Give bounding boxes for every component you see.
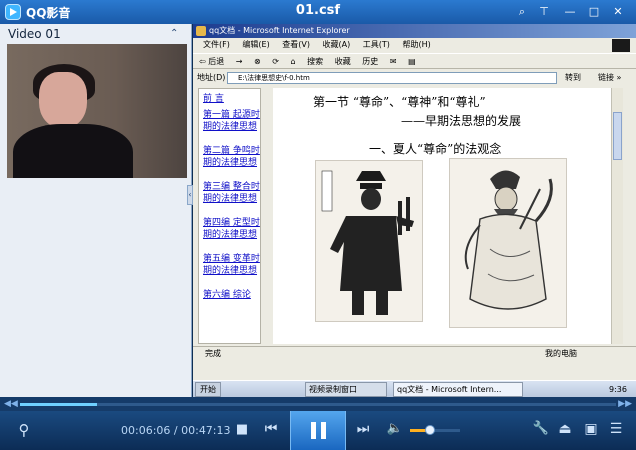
- ie-menu-item: 工具(T): [362, 40, 390, 49]
- status-zone: 我的电脑: [545, 349, 577, 358]
- maximize-button[interactable]: □: [586, 4, 602, 20]
- figure-illustration-1: [321, 170, 414, 315]
- links-label: 链接 »: [598, 73, 622, 82]
- control-bar: ⚲ 00:06:06 / 00:47:13 ■ ⏮ ⏭ 🔈 🔧 ⏏ ▣ ☰: [0, 411, 636, 450]
- volume-knob[interactable]: [425, 425, 435, 435]
- pause-button[interactable]: [290, 411, 346, 450]
- seek-track[interactable]: [20, 403, 616, 406]
- ie-toolbar-item: ✉: [389, 57, 397, 66]
- ie-menubar: 文件(F) 编辑(E) 查看(V) 收藏(A) 工具(T) 帮助(H): [193, 38, 636, 52]
- close-button[interactable]: ✕: [610, 4, 626, 20]
- address-field: E:\法律思想史\f-0.htm: [227, 72, 557, 84]
- nav-link: 第三编 整合时期的法律思想: [203, 182, 260, 204]
- ie-statusbar: 完成 我的电脑: [193, 346, 636, 360]
- ie-titlebar: qq文档 - Microsoft Internet Explorer: [193, 24, 636, 38]
- ie-scroll-thumb: [613, 112, 622, 160]
- video-item-title[interactable]: Video 01: [8, 27, 61, 41]
- title-bar[interactable]: QQ影音 01.csf ⌕ ⊤ — □ ✕: [0, 0, 636, 24]
- section-heading: 第一节 “尊命”、“尊神”和“尊礼”: [313, 95, 486, 109]
- ie-page-icon: [196, 26, 206, 36]
- address-label: 地址(D): [197, 73, 226, 82]
- ie-toolbar-item: →: [235, 57, 243, 66]
- footprint-icon[interactable]: ⚲: [14, 421, 34, 439]
- volume-icon[interactable]: 🔈: [385, 421, 405, 436]
- ie-title-text: qq文档 - Microsoft Internet Explorer: [209, 26, 350, 35]
- previous-button[interactable]: ⏮: [262, 421, 280, 437]
- time-separator: /: [170, 424, 182, 437]
- ie-content-frame: 第一节 “尊命”、“尊神”和“尊礼” ——早期法思想的发展 一、夏人“尊命”的法…: [273, 88, 621, 344]
- time-display: 00:06:06 / 00:47:13: [121, 424, 231, 437]
- ie-menu-item: 查看(V): [282, 40, 310, 49]
- seek-progress: [20, 403, 98, 406]
- nav-link: 第一篇 起源时期的法律思想: [203, 110, 260, 132]
- start-button: 开始: [195, 382, 221, 397]
- ie-toolbar-item: ▤: [408, 57, 416, 66]
- figure-ancient-figure-2: [449, 158, 567, 328]
- ie-toolbar-item: ⇦ 后退: [199, 57, 225, 66]
- ie-address-bar: 地址(D) E:\法律思想史\f-0.htm 转到 链接 »: [193, 70, 636, 86]
- volume-slider[interactable]: [410, 425, 460, 435]
- windows-taskbar: 开始 视频录制窗口 qq文档 - Microsoft Intern... 9:3…: [193, 380, 636, 397]
- pause-icon: [311, 422, 327, 439]
- video-thumbnail[interactable]: [7, 44, 187, 178]
- ie-toolbar-item: 收藏: [334, 57, 351, 66]
- ie-menu-item: 收藏(A): [322, 40, 351, 49]
- taskbar-item: 视频录制窗口: [305, 382, 387, 397]
- video-frame[interactable]: qq文档 - Microsoft Internet Explorer 文件(F)…: [193, 24, 636, 397]
- thumbnail-body: [13, 124, 133, 178]
- go-label: 转到: [565, 73, 581, 82]
- nav-link: 第六编 综论: [203, 290, 251, 300]
- ie-toolbar-item: ⟳: [272, 57, 279, 66]
- subsection-heading: 一、夏人“尊命”的法观念: [369, 142, 502, 156]
- figure-ancient-figure-1: [315, 160, 423, 322]
- screenshot-button[interactable]: ▣: [582, 421, 600, 437]
- stop-button[interactable]: ■: [234, 422, 250, 437]
- ie-menu-item: 编辑(E): [242, 40, 270, 49]
- taskbar-item: qq文档 - Microsoft Intern...: [393, 382, 523, 397]
- playlist-panel: Video 01 ⌃: [0, 24, 192, 397]
- ie-toolbar-item: 历史: [362, 57, 379, 66]
- windows-logo-icon: [612, 39, 630, 52]
- skin-button[interactable]: ⌕: [514, 4, 530, 20]
- total-time: 00:47:13: [181, 424, 231, 437]
- seek-forward-icon[interactable]: ▶▶: [618, 397, 632, 411]
- taskbar-clock: 9:36: [609, 385, 627, 394]
- ie-toolbar: ⇦ 后退 → ⊗ ⟳ ⌂ 搜索 收藏 历史 ✉ ▤: [193, 53, 636, 69]
- tools-button[interactable]: 🔧: [532, 421, 550, 436]
- pin-button[interactable]: ⊤: [536, 4, 552, 20]
- nav-link: 第五编 变革时期的法律思想: [203, 254, 260, 276]
- ie-toolbar-item: ⌂: [290, 57, 296, 66]
- playlist-button[interactable]: ☰: [607, 421, 625, 437]
- nav-link: 第二篇 争鸣时期的法律思想: [203, 146, 260, 168]
- status-text: 完成: [205, 349, 221, 358]
- nav-link: 第四编 定型时期的法律思想: [203, 218, 260, 240]
- ie-nav-frame: 前 言 第一篇 起源时期的法律思想 第二篇 争鸣时期的法律思想 第三编 整合时期…: [198, 88, 261, 344]
- eject-button[interactable]: ⏏: [556, 421, 574, 437]
- seek-bar[interactable]: ◀◀ ▶▶: [0, 397, 636, 411]
- thumbnail-face: [39, 72, 87, 128]
- qq-player-window: QQ影音 01.csf ⌕ ⊤ — □ ✕ Video 01 ⌃ ‹ qq文档 …: [0, 0, 636, 450]
- ie-scrollbar: [611, 88, 623, 344]
- ie-toolbar-item: ⊗: [254, 57, 261, 66]
- figure-illustration-2: [464, 170, 553, 310]
- ie-menu-item: 帮助(H): [402, 40, 431, 49]
- nav-link: 前 言: [203, 94, 224, 104]
- current-time: 00:06:06: [121, 424, 171, 437]
- next-button[interactable]: ⏭: [354, 421, 372, 437]
- seek-back-icon[interactable]: ◀◀: [4, 397, 18, 411]
- ie-toolbar-item: 搜索: [307, 57, 324, 66]
- ie-menu-item: 文件(F): [203, 40, 230, 49]
- section-subheading: ——早期法思想的发展: [401, 114, 522, 128]
- minimize-button[interactable]: —: [562, 4, 578, 20]
- collapse-icon[interactable]: ⌃: [170, 28, 178, 39]
